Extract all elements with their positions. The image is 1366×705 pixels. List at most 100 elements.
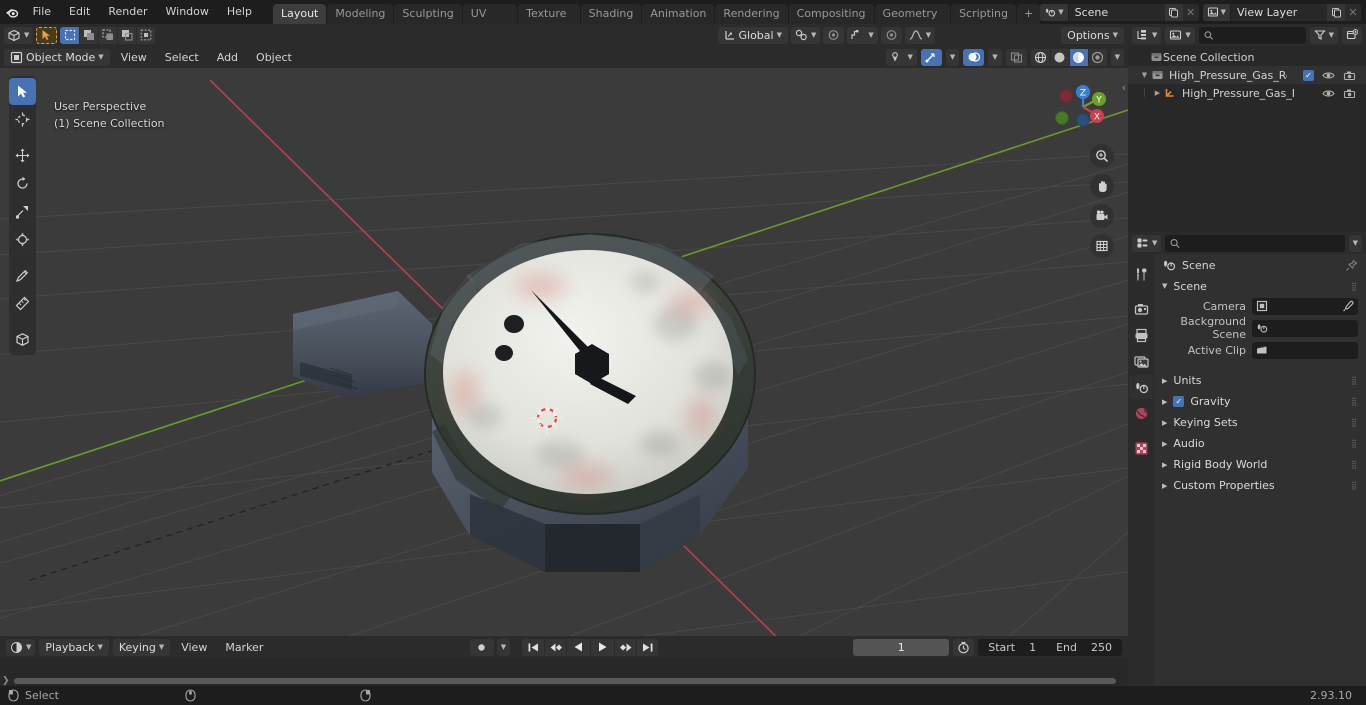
outliner-editor[interactable]: ▼ ▼ ▼ Scene Collection ▼ High_Pressure_G… [1128,24,1366,232]
falloff-curve-dropdown[interactable]: ▼ [904,26,936,44]
proportional-editing-toggle[interactable] [823,26,845,44]
tab-modeling[interactable]: Modeling [327,4,394,24]
tab-add-workspace[interactable]: + [1017,4,1041,24]
select-intersect-icon[interactable] [136,26,156,44]
expand-triangle-icon[interactable]: ▶ [1151,89,1164,97]
overlays-toggle[interactable] [963,48,985,66]
panel-drag-handle[interactable]: ⣿ [1351,439,1358,448]
rotate-tool[interactable] [9,170,36,197]
pin-icon[interactable] [1345,258,1358,272]
outliner-search-box[interactable] [1198,26,1306,44]
properties-tab-scene[interactable] [1129,375,1153,399]
expand-triangle-icon[interactable]: ▼ [1162,282,1167,290]
tab-geometry-nodes[interactable]: Geometry Nodes [874,4,951,40]
wireframe-shading-icon[interactable] [1030,48,1050,66]
jump-next-keyframe-button[interactable] [614,638,637,656]
gizmo-options-dropdown[interactable]: ▼ [945,48,960,66]
unlink-scene-button[interactable]: ✕ [1182,3,1199,21]
tab-texture-paint[interactable]: Texture Paint [518,4,580,40]
timeline-editor[interactable]: ▼ Playback ▼ Keying ▼ View Marker ▼ 1 St… [0,636,1128,698]
properties-options-dropdown[interactable]: ▼ [1348,234,1362,252]
timeline-scrollbar[interactable] [13,678,1116,684]
subpanel-gravity[interactable]: ▶ ✓ Gravity ⣿ [1154,391,1366,412]
timeline-editor-type-selector[interactable]: ▼ [6,638,36,656]
object-mode-dropdown[interactable]: Object Mode ▼ [4,48,110,66]
annotate-tool[interactable] [9,262,36,289]
properties-tab-render[interactable] [1129,297,1153,321]
shading-options-dropdown[interactable]: ▼ [1110,48,1124,66]
auto-keying-options-dropdown[interactable]: ▼ [496,638,511,656]
timeline-menu-marker[interactable]: Marker [218,639,270,656]
zoom-icon[interactable] [1090,144,1114,168]
select-set-icon[interactable] [60,26,80,44]
3d-viewport[interactable]: ▼ Global ▼ ▼ ▼ ▼ Options ▼ Object Mode ▼… [0,24,1128,636]
panel-drag-handle[interactable]: ⣿ [1351,460,1358,469]
play-reverse-button[interactable] [566,638,591,656]
expand-triangle-icon[interactable]: ▶ [1162,482,1167,490]
viewport-menu-view[interactable]: View [114,49,154,66]
keying-dropdown[interactable]: Keying ▼ [112,638,171,656]
properties-search-input[interactable] [1184,236,1340,250]
active-clip-field[interactable] [1252,341,1358,359]
menu-window[interactable]: Window [157,3,218,21]
editor-type-selector[interactable]: ▼ [4,26,34,44]
expand-triangle-icon[interactable]: ▶ [1162,377,1167,385]
viewport-canvas[interactable] [0,24,1128,636]
hide-in-viewport-eye-icon[interactable] [1322,88,1335,99]
select-extend-icon[interactable] [79,26,99,44]
collection-checkbox[interactable]: ✓ [1303,69,1314,81]
cursor-tool[interactable] [9,106,36,133]
play-button[interactable] [590,638,615,656]
jump-prev-keyframe-button[interactable] [544,638,567,656]
outliner-display-mode-selector[interactable]: ▼ [1165,26,1195,44]
move-tool[interactable] [9,142,36,169]
blender-logo-icon[interactable] [0,0,24,24]
panel-drag-handle[interactable]: ⣿ [1351,418,1358,427]
expand-triangle-icon[interactable]: ▶ [1162,461,1167,469]
tab-sculpting[interactable]: Sculpting [394,4,462,24]
properties-tab-tool[interactable] [1129,262,1153,286]
use-preview-range-button[interactable] [953,638,975,656]
new-view-layer-button[interactable] [1327,3,1345,21]
tab-compositing[interactable]: Compositing [788,4,874,24]
tweak-select-tool[interactable] [9,78,36,105]
outliner-new-collection-button[interactable] [1342,26,1362,44]
select-subtract-icon[interactable] [98,26,118,44]
panel-drag-handle[interactable]: ⣿ [1351,397,1358,406]
outliner-search-input[interactable] [1217,28,1301,42]
scene-name[interactable]: Scene [1068,3,1165,21]
playback-dropdown[interactable]: Playback ▼ [39,638,109,656]
menu-file[interactable]: File [24,3,60,21]
scene-icon[interactable]: ▼ [1040,3,1069,21]
sidebar-expand-arrow-icon[interactable]: ‹ [1122,81,1126,94]
pan-hand-icon[interactable] [1090,174,1114,198]
rendered-shading-icon[interactable] [1087,48,1107,66]
expand-triangle-icon[interactable]: ▼ [1138,71,1151,79]
view-layer-selector[interactable]: ▼ View Layer ✕ [1202,3,1361,21]
view-layer-name[interactable]: View Layer [1231,3,1327,21]
table-row[interactable]: ▼ High_Pressure_Gas_Regulator ✓ [1128,66,1366,84]
tab-rendering[interactable]: Rendering [715,4,788,24]
properties-search-box[interactable] [1165,234,1345,252]
properties-editor[interactable]: ▼ ▼ Scene ▼ Scene ⣿ Camera Background Sc… [1128,232,1366,686]
panel-drag-handle[interactable]: ⣿ [1351,376,1358,385]
properties-tab-output[interactable] [1129,323,1153,347]
subpanel-audio[interactable]: ▶ Audio ⣿ [1154,433,1366,454]
properties-tab-world[interactable] [1129,401,1153,425]
disable-in-renders-camera-icon[interactable] [1343,70,1356,81]
scroll-left-arrow-icon[interactable]: ❯ [0,676,12,686]
camera-field[interactable] [1252,297,1358,315]
panel-drag-handle[interactable]: ⣿ [1351,282,1358,291]
proportional-falloff-dropdown[interactable]: ▼ [847,26,878,44]
background-scene-field[interactable] [1252,319,1358,337]
hide-in-viewport-eye-icon[interactable] [1322,70,1335,81]
add-cube-tool[interactable] [9,326,36,353]
navigation-gizmo[interactable]: Z Y X [1052,76,1114,138]
jump-to-start-button[interactable] [522,638,545,656]
viewport-menu-object[interactable]: Object [249,49,299,66]
overlays-options-dropdown[interactable]: ▼ [988,48,1002,66]
properties-tab-texture[interactable] [1129,436,1153,460]
outliner-row-scene-collection[interactable]: Scene Collection [1128,48,1366,66]
active-tool-indicator[interactable] [36,26,58,44]
menu-edit[interactable]: Edit [60,3,99,21]
